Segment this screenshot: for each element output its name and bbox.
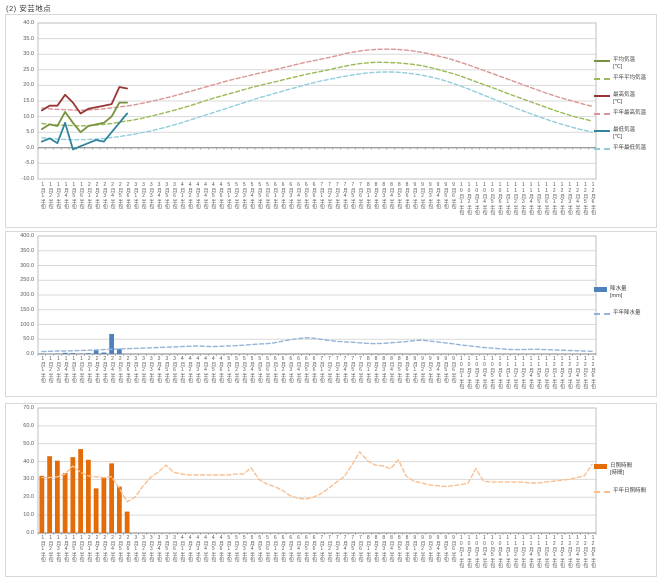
legend-label: 日照時間 [時間] xyxy=(610,463,632,477)
legend-label: 降水量 [mm] xyxy=(610,286,627,300)
legend-label: 平年降水量 xyxy=(613,310,641,317)
legend-item-最低気温: 最低気温 [℃] xyxy=(594,127,635,141)
sunshine-chart: 0.010.020.030.040.050.060.070.0 1月1半旬1月2… xyxy=(5,403,657,577)
legend-swatch xyxy=(594,313,610,315)
precipitation-legend: 降水量 [mm] 平年降水量 xyxy=(6,232,656,396)
legend-label: 平均気温 [℃] xyxy=(613,57,635,71)
legend-label: 平年平均気温 xyxy=(613,75,646,82)
page-title: (2) 安芸地点 xyxy=(6,3,51,14)
legend-item-降水量: 降水量 [mm] xyxy=(594,286,627,300)
legend-swatch xyxy=(594,78,610,80)
weather-report-page: (2) 安芸地点 -10.0-5.00.05.010.015.020.025.0… xyxy=(0,0,660,578)
legend-item-平均気温: 平均気温 [℃] xyxy=(594,57,635,71)
sunshine-legend: 日照時間 [時間] 平年日照時間 xyxy=(6,404,656,576)
legend-swatch xyxy=(594,60,610,62)
legend-swatch xyxy=(594,464,607,469)
legend-swatch xyxy=(594,130,610,132)
legend-label: 最高気温 [℃] xyxy=(613,92,635,106)
legend-swatch xyxy=(594,491,610,493)
legend-item-平年平均気温: 平年平均気温 xyxy=(594,75,646,82)
legend-item-平年降水量: 平年降水量 xyxy=(594,310,641,317)
legend-label: 平年日照時間 xyxy=(613,488,646,495)
legend-swatch xyxy=(594,95,610,97)
legend-item-平年日照時間: 平年日照時間 xyxy=(594,488,646,495)
temperature-legend: 平均気温 [℃] 平年平均気温最高気温 [℃] 平年最高気温最低気温 [℃] 平年最低… xyxy=(6,15,656,227)
legend-label: 最低気温 [℃] xyxy=(613,127,635,141)
legend-item-平年最高気温: 平年最高気温 xyxy=(594,110,646,117)
precipitation-chart: 0.050.0100.0150.0200.0250.0300.0350.0400… xyxy=(5,231,657,397)
temperature-chart: -10.0-5.00.05.010.015.020.025.030.035.04… xyxy=(5,14,657,228)
legend-swatch xyxy=(594,113,610,115)
legend-label: 平年最低気温 xyxy=(613,145,646,152)
legend-item-平年最低気温: 平年最低気温 xyxy=(594,145,646,152)
legend-swatch xyxy=(594,148,610,150)
legend-item-日照時間: 日照時間 [時間] xyxy=(594,463,632,477)
legend-label: 平年最高気温 xyxy=(613,110,646,117)
legend-item-最高気温: 最高気温 [℃] xyxy=(594,92,635,106)
legend-swatch xyxy=(594,287,607,292)
